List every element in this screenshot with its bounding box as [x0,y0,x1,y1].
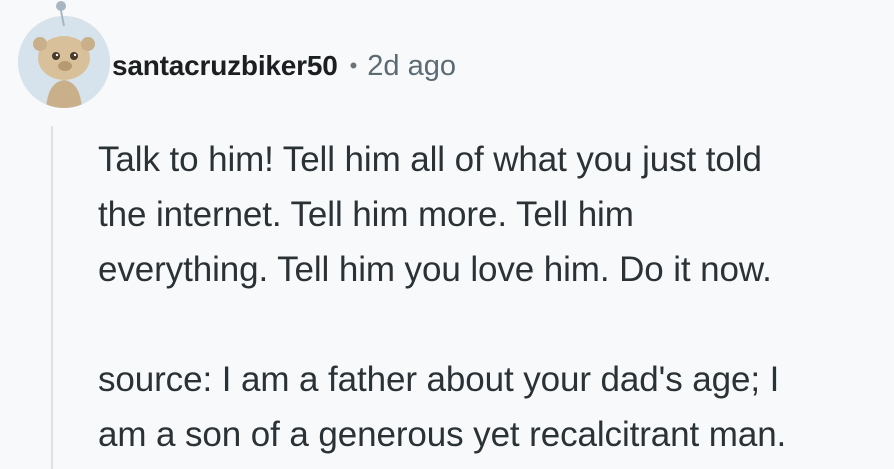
antenna-icon [56,1,66,27]
username-link[interactable]: santacruzbiker50 [112,50,338,82]
comment-paragraph: Talk to him! Tell him all of what you ju… [98,132,888,297]
timestamp[interactable]: 2d ago [367,50,456,83]
thread-line[interactable] [51,126,53,469]
comment-body: Talk to him! Tell him all of what you ju… [98,132,888,462]
comment-line: Talk to him! Tell him all of what you ju… [98,140,762,179]
comment-paragraph: source: I am a father about your dad's a… [98,352,888,462]
comment-line: everything. Tell him you love him. Do it… [98,250,772,289]
comment-line: the internet. Tell him more. Tell him [98,195,634,234]
avatar[interactable] [18,16,110,108]
snoo-avatar-icon [18,16,110,108]
meta-separator: • [349,53,358,78]
comment-line: source: I am a father about your dad's a… [98,360,780,399]
comment: santacruzbiker50 • 2d ago Talk to him! T… [0,0,894,469]
comment-header: santacruzbiker50 • 2d ago [112,44,456,88]
comment-line: am a son of a generous yet recalcitrant … [98,415,787,454]
